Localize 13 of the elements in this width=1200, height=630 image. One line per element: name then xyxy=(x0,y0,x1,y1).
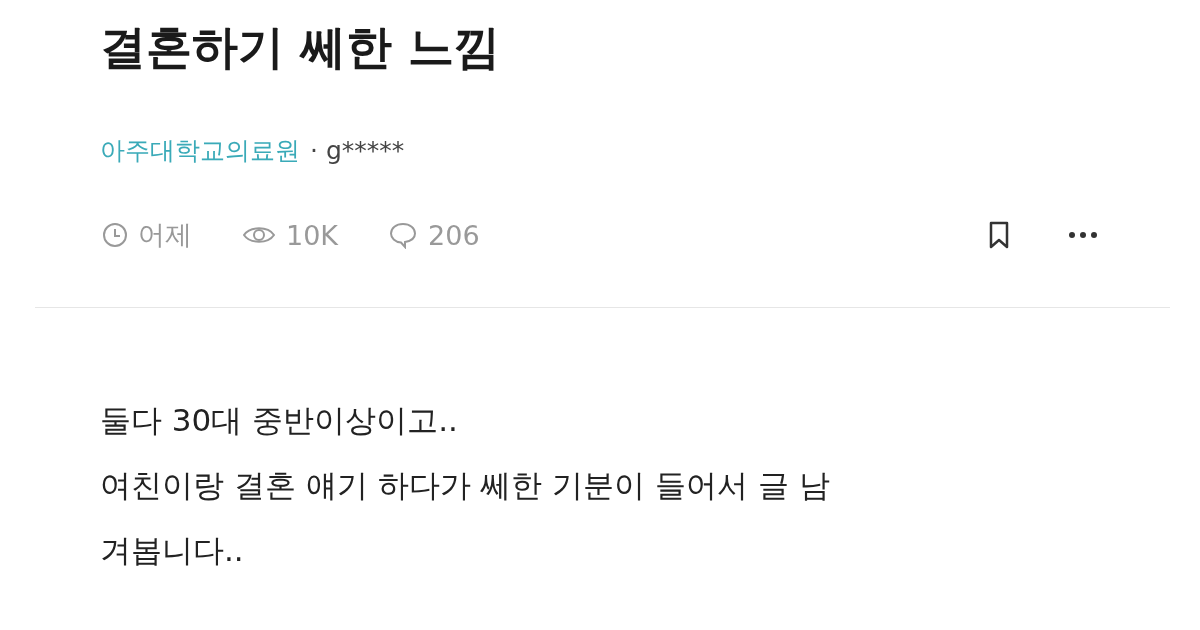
body-text: 여친이랑 결혼 얘기 하다가 쎄한 기분이 들어서 글 남 xyxy=(100,466,831,505)
post-title: 결혼하기 쎄한 느낌 xyxy=(100,19,502,76)
stat-label: 206 xyxy=(428,219,480,251)
author-name: · g***** xyxy=(310,136,405,165)
company-link[interactable]: 아주대학교의료원 xyxy=(100,134,300,167)
bookmark-icon[interactable] xyxy=(988,221,1010,249)
body-text: 겨봅니다.. xyxy=(100,531,245,570)
stat-label: 10K xyxy=(286,219,339,251)
clock-icon xyxy=(102,222,128,248)
more-icon[interactable] xyxy=(1068,231,1098,239)
stat-label: 어제 xyxy=(138,218,192,252)
body-text: 둘다 30대 중반이상이고.. xyxy=(100,401,459,440)
speech-bubble-icon xyxy=(388,221,419,249)
